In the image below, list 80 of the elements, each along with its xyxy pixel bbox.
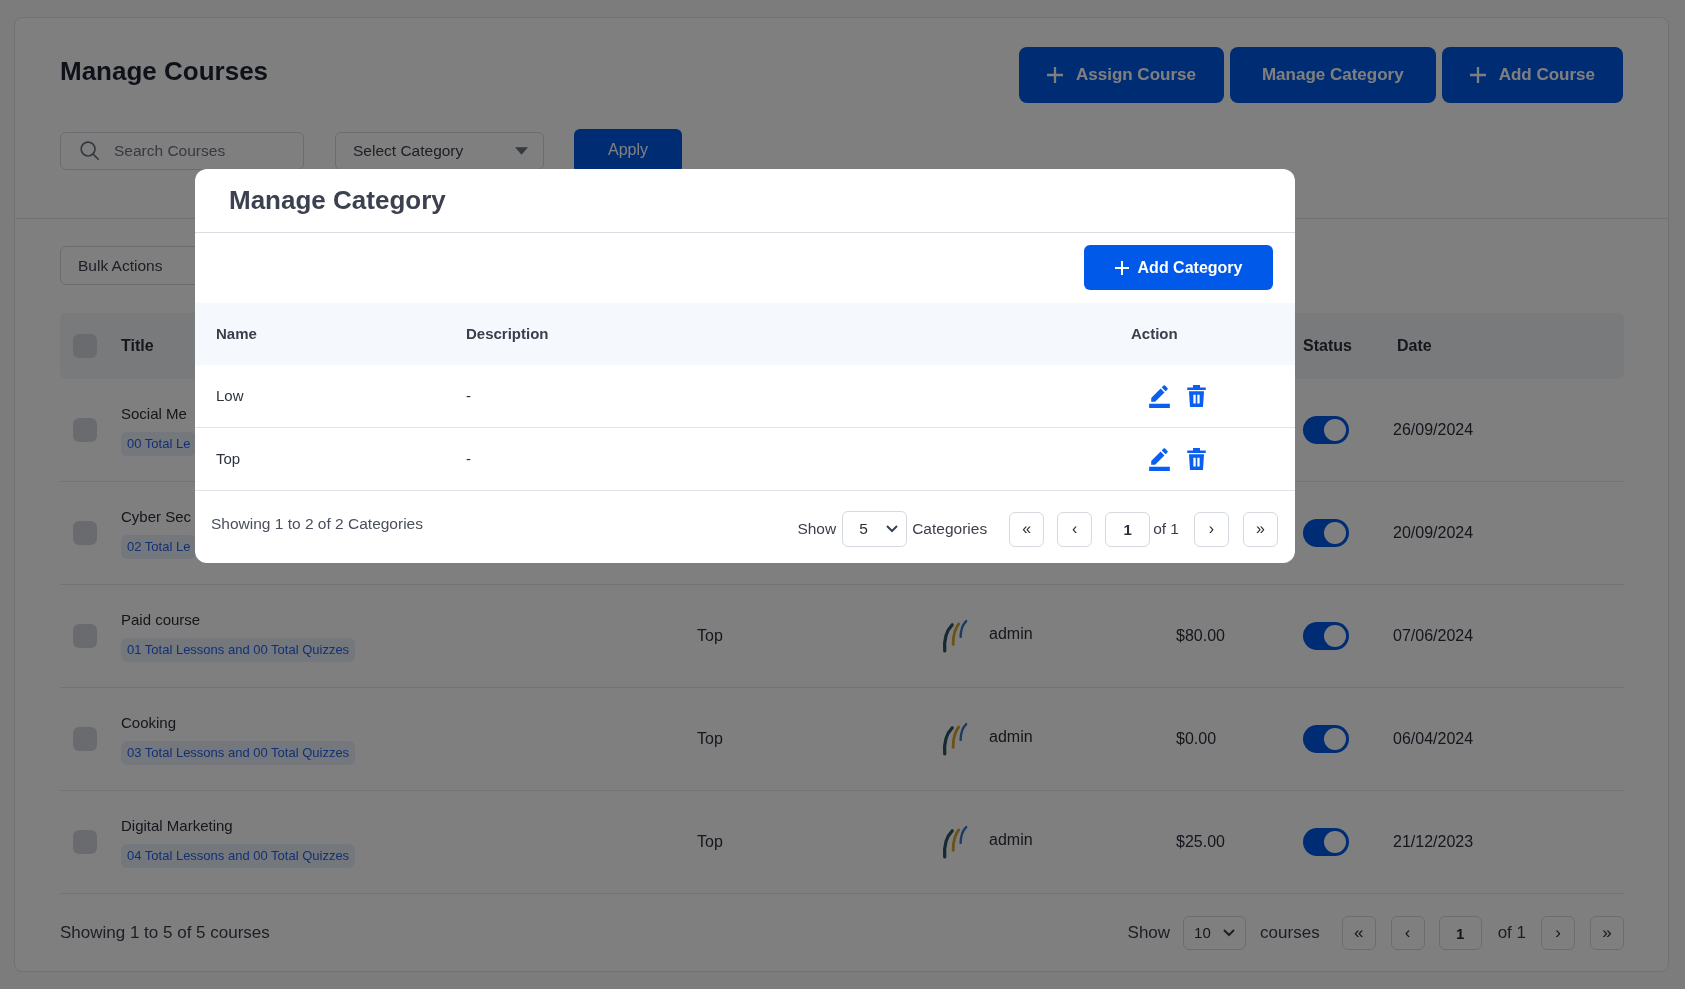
pencil-icon[interactable] <box>1149 447 1170 471</box>
status-toggle[interactable] <box>1303 828 1349 856</box>
header-action-button[interactable]: Add Course <box>1441 47 1623 103</box>
date-text: 06/04/2024 <box>1393 729 1474 749</box>
results-summary: Showing 1 to 5 of 5 courses <box>60 922 270 945</box>
date-text: 26/09/2024 <box>1393 420 1474 440</box>
column-header: Name <box>216 323 257 344</box>
trash-icon[interactable] <box>1187 385 1206 407</box>
category-name: Low <box>216 385 244 406</box>
search-field[interactable]: Search Courses <box>60 132 304 170</box>
pencil-icon[interactable] <box>1149 384 1170 408</box>
categories-summary: Showing 1 to 2 of 2 Categories <box>211 514 423 534</box>
chevron-down-icon <box>1223 929 1236 937</box>
header-action-button[interactable]: Assign Course <box>1018 47 1224 103</box>
first-page-button[interactable]: « <box>1009 511 1045 547</box>
trash-icon[interactable] <box>1187 448 1206 470</box>
category-text: Top <box>697 833 723 850</box>
stripes-logo-icon <box>941 619 969 653</box>
search-icon <box>80 141 99 160</box>
status-toggle[interactable] <box>1303 725 1349 753</box>
column-header: Action <box>1131 323 1178 344</box>
column-header: Description <box>466 323 549 344</box>
chevron-down-icon <box>886 525 899 533</box>
course-title[interactable]: Cyber Sec <box>121 507 192 527</box>
header-action-button[interactable]: Manage Category <box>1229 47 1436 103</box>
course-title[interactable]: Cooking <box>121 713 177 733</box>
lesson-count-badge: 04 Total Lessons and 00 Total Quizzes <box>121 844 356 868</box>
next-page-button[interactable]: › <box>1194 511 1229 547</box>
page-input[interactable]: 1 <box>1105 511 1151 547</box>
category-text: Top <box>697 627 723 644</box>
category-description: - <box>466 385 471 406</box>
category-text: Top <box>697 730 723 747</box>
page-size-select[interactable]: 10 <box>1183 916 1247 950</box>
course-title[interactable]: Social Me <box>121 404 187 424</box>
date-text: 21/12/2023 <box>1393 832 1474 852</box>
next-page-button[interactable]: › <box>1541 916 1575 950</box>
column-header: Date <box>1397 336 1432 356</box>
status-toggle[interactable] <box>1303 416 1349 444</box>
category-description: - <box>466 448 471 469</box>
author-name: admin <box>989 624 1033 644</box>
column-header: Status <box>1303 336 1352 356</box>
show-label: Show <box>797 519 837 540</box>
page-total: of 1 <box>1497 922 1526 945</box>
page-input[interactable]: 1 <box>1438 916 1482 950</box>
lesson-count-badge: 01 Total Lessons and 00 Total Quizzes <box>121 638 356 662</box>
plus-icon <box>1469 67 1486 83</box>
plus-icon <box>1114 260 1129 275</box>
show-label: Show <box>1127 922 1171 945</box>
per-page-label: courses <box>1260 922 1320 945</box>
page-title: Manage Courses <box>60 55 269 87</box>
course-title[interactable]: Digital Marketing <box>121 816 233 836</box>
lesson-count-badge: 03 Total Lessons and 00 Total Quizzes <box>121 741 356 765</box>
author-name: admin <box>989 830 1033 850</box>
course-title[interactable]: Paid course <box>121 610 201 630</box>
per-page-label: Categories <box>912 519 988 540</box>
lesson-count-badge: 00 Total Le <box>121 432 197 456</box>
caret-down-icon <box>515 147 528 155</box>
page-size-select[interactable]: 5 <box>842 511 908 547</box>
stripes-logo-icon <box>941 722 969 756</box>
last-page-button[interactable]: » <box>1590 916 1624 950</box>
add-category-button[interactable]: Add Category <box>1084 245 1273 290</box>
page-total: of 1 <box>1153 519 1179 540</box>
price-text: $0.00 <box>1176 730 1217 747</box>
previous-page-button[interactable]: ‹ <box>1057 511 1093 547</box>
price-text: $80.00 <box>1176 627 1225 644</box>
last-page-button[interactable]: » <box>1243 511 1278 547</box>
first-page-button[interactable]: « <box>1341 916 1376 950</box>
price-text: $25.00 <box>1176 833 1225 850</box>
stripes-logo-icon <box>941 825 969 859</box>
status-toggle[interactable] <box>1303 622 1349 650</box>
lesson-count-badge: 02 Total Le <box>121 535 197 559</box>
previous-page-button[interactable]: ‹ <box>1390 916 1425 950</box>
plus-icon <box>1046 67 1063 83</box>
author-name: admin <box>989 727 1033 747</box>
category-name: Top <box>216 448 241 469</box>
date-text: 20/09/2024 <box>1393 523 1474 543</box>
column-header: Title <box>121 336 154 356</box>
status-toggle[interactable] <box>1303 519 1349 547</box>
dialog-title: Manage Category <box>229 184 446 217</box>
date-text: 07/06/2024 <box>1393 626 1474 646</box>
